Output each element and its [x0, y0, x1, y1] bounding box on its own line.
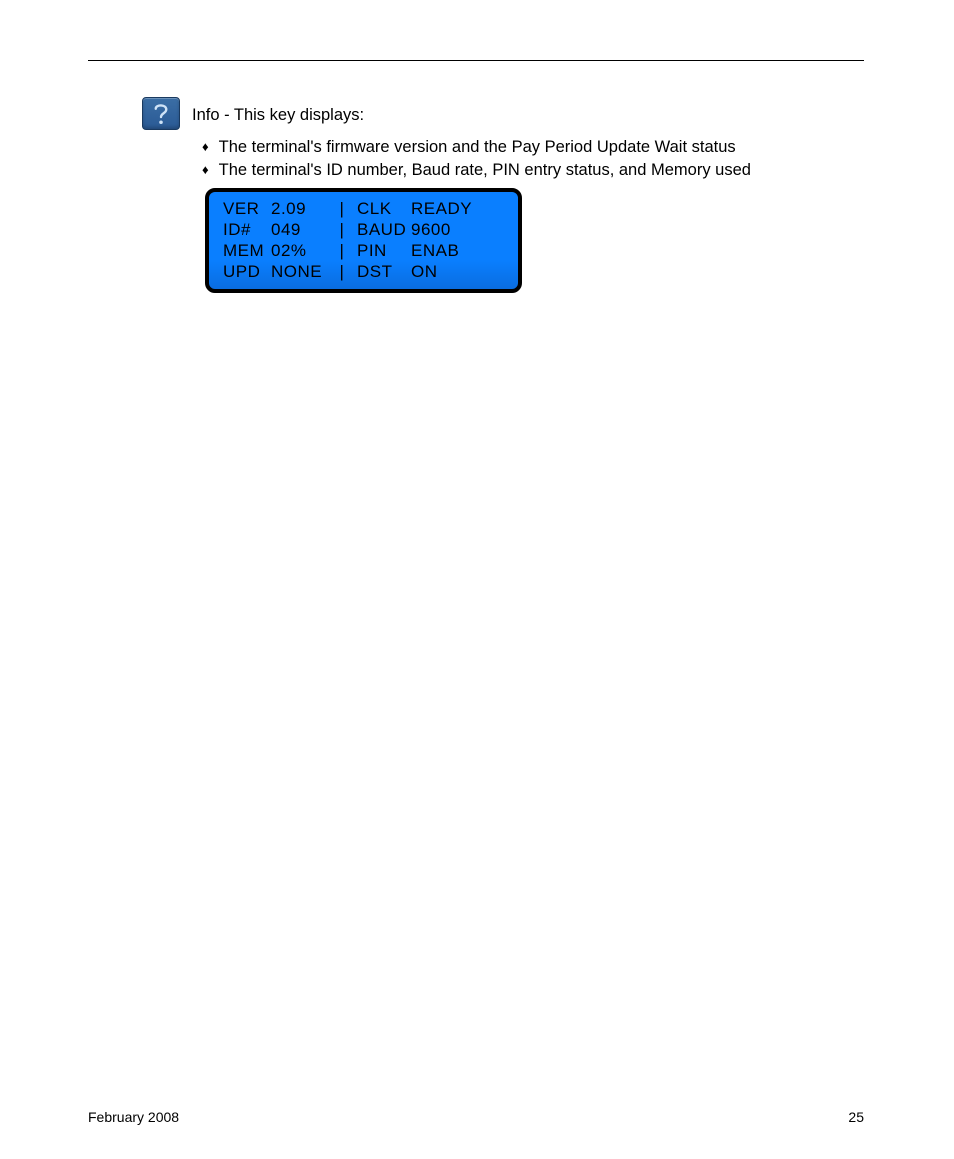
lcd-label: UPD [223, 261, 271, 282]
lcd-label: ID# [223, 219, 271, 240]
lcd-display: VER 2.09 | CLK READY ID# 049 | BAUD 9600… [205, 188, 522, 293]
horizontal-rule [88, 60, 864, 61]
lcd-value: ON [411, 261, 508, 282]
diamond-bullet-icon: ♦ [202, 161, 209, 179]
lcd-row: ID# 049 | BAUD 9600 [223, 219, 508, 240]
content-block: Info - This key displays: ♦ The terminal… [142, 97, 864, 293]
lcd-label: VER [223, 198, 271, 219]
lcd-label: CLK [357, 198, 411, 219]
lcd-value: 049 [271, 219, 327, 240]
lcd-display-wrap: VER 2.09 | CLK READY ID# 049 | BAUD 9600… [205, 188, 864, 293]
info-row: Info - This key displays: [142, 97, 864, 130]
lcd-separator: | [327, 261, 357, 282]
lcd-label: PIN [357, 240, 411, 261]
lcd-label: MEM [223, 240, 271, 261]
footer-page-number: 25 [848, 1109, 864, 1125]
lcd-label: BAUD [357, 219, 411, 240]
lcd-separator: | [327, 198, 357, 219]
lcd-separator: | [327, 219, 357, 240]
help-icon [142, 97, 180, 130]
lcd-separator: | [327, 240, 357, 261]
list-item: ♦ The terminal's firmware version and th… [202, 136, 864, 158]
page-footer: February 2008 25 [88, 1109, 864, 1125]
lcd-value: ENAB [411, 240, 508, 261]
lcd-value: READY [411, 198, 508, 219]
info-heading: Info - This key displays: [192, 100, 364, 126]
lcd-value: 02% [271, 240, 327, 261]
lcd-row: VER 2.09 | CLK READY [223, 198, 508, 219]
lcd-row: MEM 02% | PIN ENAB [223, 240, 508, 261]
document-page: Info - This key displays: ♦ The terminal… [0, 0, 954, 1159]
diamond-bullet-icon: ♦ [202, 138, 209, 156]
lcd-value: NONE [271, 261, 327, 282]
bullet-list: ♦ The terminal's firmware version and th… [202, 136, 864, 182]
list-item: ♦ The terminal's ID number, Baud rate, P… [202, 159, 864, 181]
footer-date: February 2008 [88, 1109, 179, 1125]
list-item-text: The terminal's firmware version and the … [219, 136, 736, 158]
lcd-value: 9600 [411, 219, 508, 240]
lcd-label: DST [357, 261, 411, 282]
list-item-text: The terminal's ID number, Baud rate, PIN… [219, 159, 751, 181]
lcd-row: UPD NONE | DST ON [223, 261, 508, 282]
lcd-value: 2.09 [271, 198, 327, 219]
question-mark-icon [152, 102, 170, 126]
